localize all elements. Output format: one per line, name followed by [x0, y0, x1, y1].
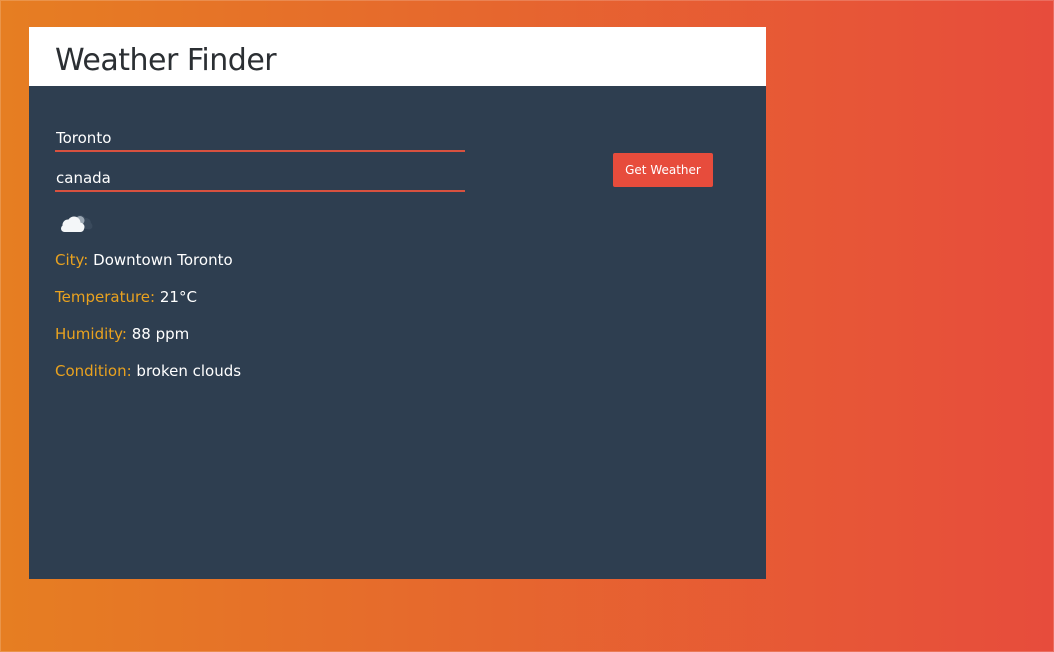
country-input[interactable]: [55, 166, 465, 192]
humidity-row: Humidity: 88 ppm: [55, 325, 189, 343]
page-title: Weather Finder: [55, 43, 277, 78]
temperature-row: Temperature: 21°C: [55, 288, 197, 306]
weather-card: Weather Finder Get Weather: [29, 27, 766, 579]
condition-row: Condition: broken clouds: [55, 362, 241, 380]
temperature-value: 21°C: [159, 288, 197, 306]
get-weather-button[interactable]: Get Weather: [613, 153, 713, 187]
city-label: City:: [55, 251, 89, 269]
city-input[interactable]: [55, 126, 465, 152]
temperature-label: Temperature:: [55, 288, 156, 306]
city-value: Downtown Toronto: [93, 251, 233, 269]
card-header: Weather Finder: [29, 27, 766, 86]
humidity-label: Humidity:: [55, 325, 127, 343]
broken-clouds-icon: [61, 215, 93, 232]
card-body: Get Weather City: Downtown Toronto: [29, 86, 766, 579]
condition-label: Condition:: [55, 362, 132, 380]
humidity-value: 88 ppm: [131, 325, 190, 343]
city-row: City: Downtown Toronto: [55, 251, 233, 269]
condition-value: broken clouds: [136, 362, 242, 380]
